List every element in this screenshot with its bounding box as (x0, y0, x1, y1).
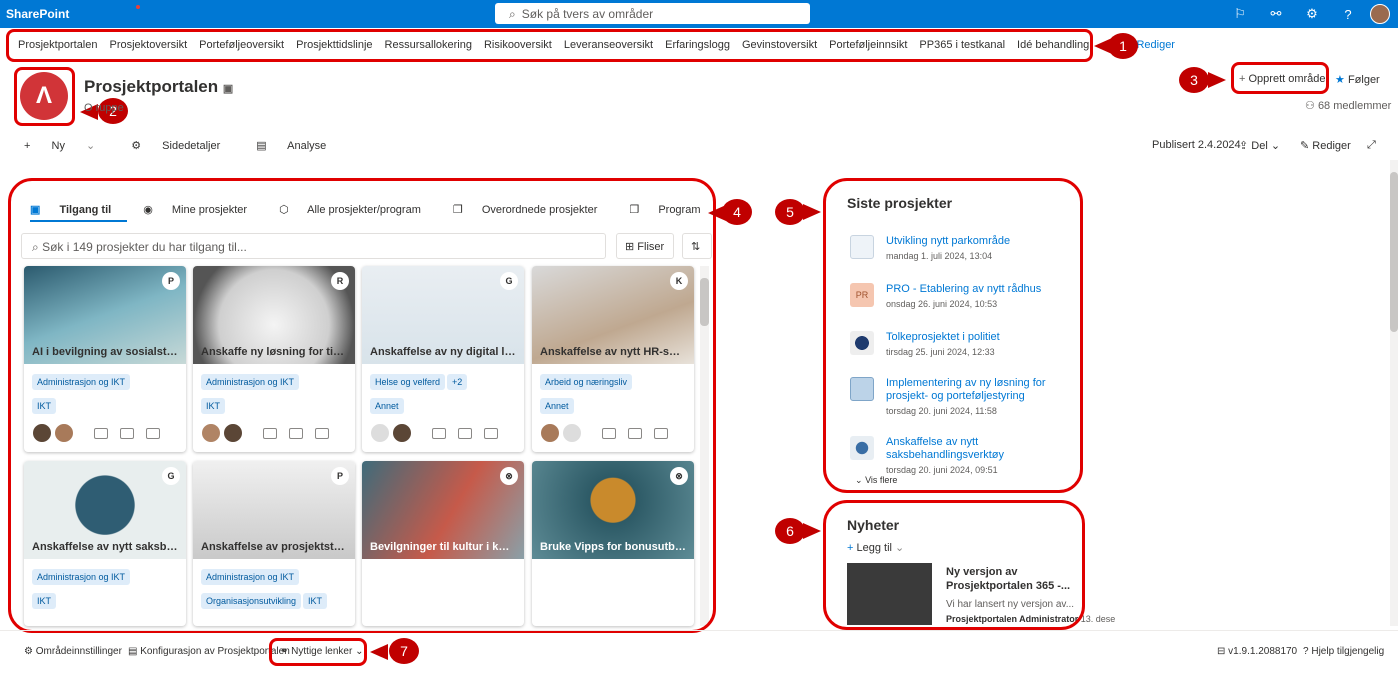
config-link[interactable]: ▤ Konfigurasjon av Prosjektportalen (128, 646, 290, 657)
callout-pointer (803, 523, 821, 539)
global-search-input[interactable]: ⌕ Søk på tvers av områder (495, 3, 810, 24)
notification-dot (136, 5, 140, 9)
megaphone-icon[interactable]: ⚐ (1222, 6, 1258, 22)
person-icon: ⚇ (1305, 100, 1315, 112)
published-status: Publisert 2.4.2024 (1152, 139, 1241, 151)
analytics-button[interactable]: ▤ Analyse (256, 139, 344, 152)
search-icon: ⌕ (509, 7, 516, 21)
page-scroll-thumb[interactable] (1390, 172, 1398, 332)
callout-box-2 (14, 67, 75, 126)
new-button[interactable]: + Ny ⌄ (24, 139, 113, 152)
follow-button[interactable]: ★ Følger (1335, 73, 1380, 86)
chevron-down-icon: ⌄ (1270, 140, 1281, 152)
members-count[interactable]: ⚇ 68 medlemmer (1305, 99, 1391, 112)
hub-nav-edit[interactable]: Rediger (1136, 39, 1175, 51)
app-brand[interactable]: SharePoint (6, 7, 69, 21)
user-avatar[interactable] (1370, 4, 1390, 24)
create-site-button[interactable]: + Opprett område (1239, 73, 1326, 85)
network-icon[interactable]: ⚯ (1258, 6, 1294, 22)
callout-box-6 (823, 500, 1085, 630)
share-button[interactable]: ⇪ Del ⌄ (1239, 139, 1280, 152)
site-subtitle: O ruppe (84, 102, 124, 114)
page-details-button[interactable]: ⚙ Sidedetaljer (131, 139, 238, 152)
pencil-icon: ✎ (1300, 140, 1310, 152)
gear-icon: ⚙ (131, 140, 142, 152)
config-icon: ▤ (128, 646, 138, 657)
callout-box-7 (269, 638, 367, 666)
star-icon: ★ (1335, 74, 1345, 86)
version-info[interactable]: ⊟ v1.9.1.2088170 (1217, 646, 1297, 657)
callout-box-1 (6, 29, 1093, 62)
suite-bar: SharePoint ⌕ Søk på tvers av områder ⚐ ⚯ … (0, 0, 1398, 28)
callout-box-4 (8, 178, 716, 633)
version-icon: ⊟ (1217, 646, 1226, 657)
help-link[interactable]: ? Hjelp tilgjengelig (1303, 646, 1384, 657)
callout-number: 1 (1108, 33, 1138, 59)
gear-icon[interactable]: ⚙ (1294, 6, 1330, 22)
page-title: Prosjektportalen ▣ (84, 77, 234, 96)
teams-icon[interactable]: ▣ (223, 83, 233, 95)
command-bar: + Ny ⌄ ⚙ Sidedetaljer ▤ Analyse (24, 139, 362, 152)
plus-icon: + (1239, 73, 1246, 85)
edit-page-button[interactable]: ✎ Rediger (1300, 139, 1351, 152)
callout-box-5 (823, 178, 1083, 493)
help-icon[interactable]: ? (1330, 7, 1366, 22)
callout-number: 7 (389, 638, 419, 664)
chevron-down-icon: ⌄ (86, 140, 96, 152)
footer-divider (0, 630, 1398, 631)
chart-icon: ▤ (256, 140, 267, 152)
share-icon: ⇪ (1239, 140, 1249, 152)
callout-number: 5 (775, 199, 805, 225)
callout-pointer (803, 204, 821, 220)
expand-icon[interactable]: ⤢ (1367, 139, 1376, 152)
gear-icon: ⚙ (24, 646, 33, 657)
site-settings-link[interactable]: ⚙ Områdeinnstillinger (24, 646, 122, 657)
suite-icons: ⚐ ⚯ ⚙ ? (1222, 0, 1398, 28)
callout-pointer (370, 644, 388, 660)
callout-number: 3 (1179, 67, 1209, 93)
help-icon: ? (1303, 646, 1309, 657)
callout-number: 6 (775, 518, 805, 544)
callout-pointer (1208, 72, 1226, 88)
plus-icon: + (24, 140, 31, 152)
callout-number: 4 (722, 199, 752, 225)
